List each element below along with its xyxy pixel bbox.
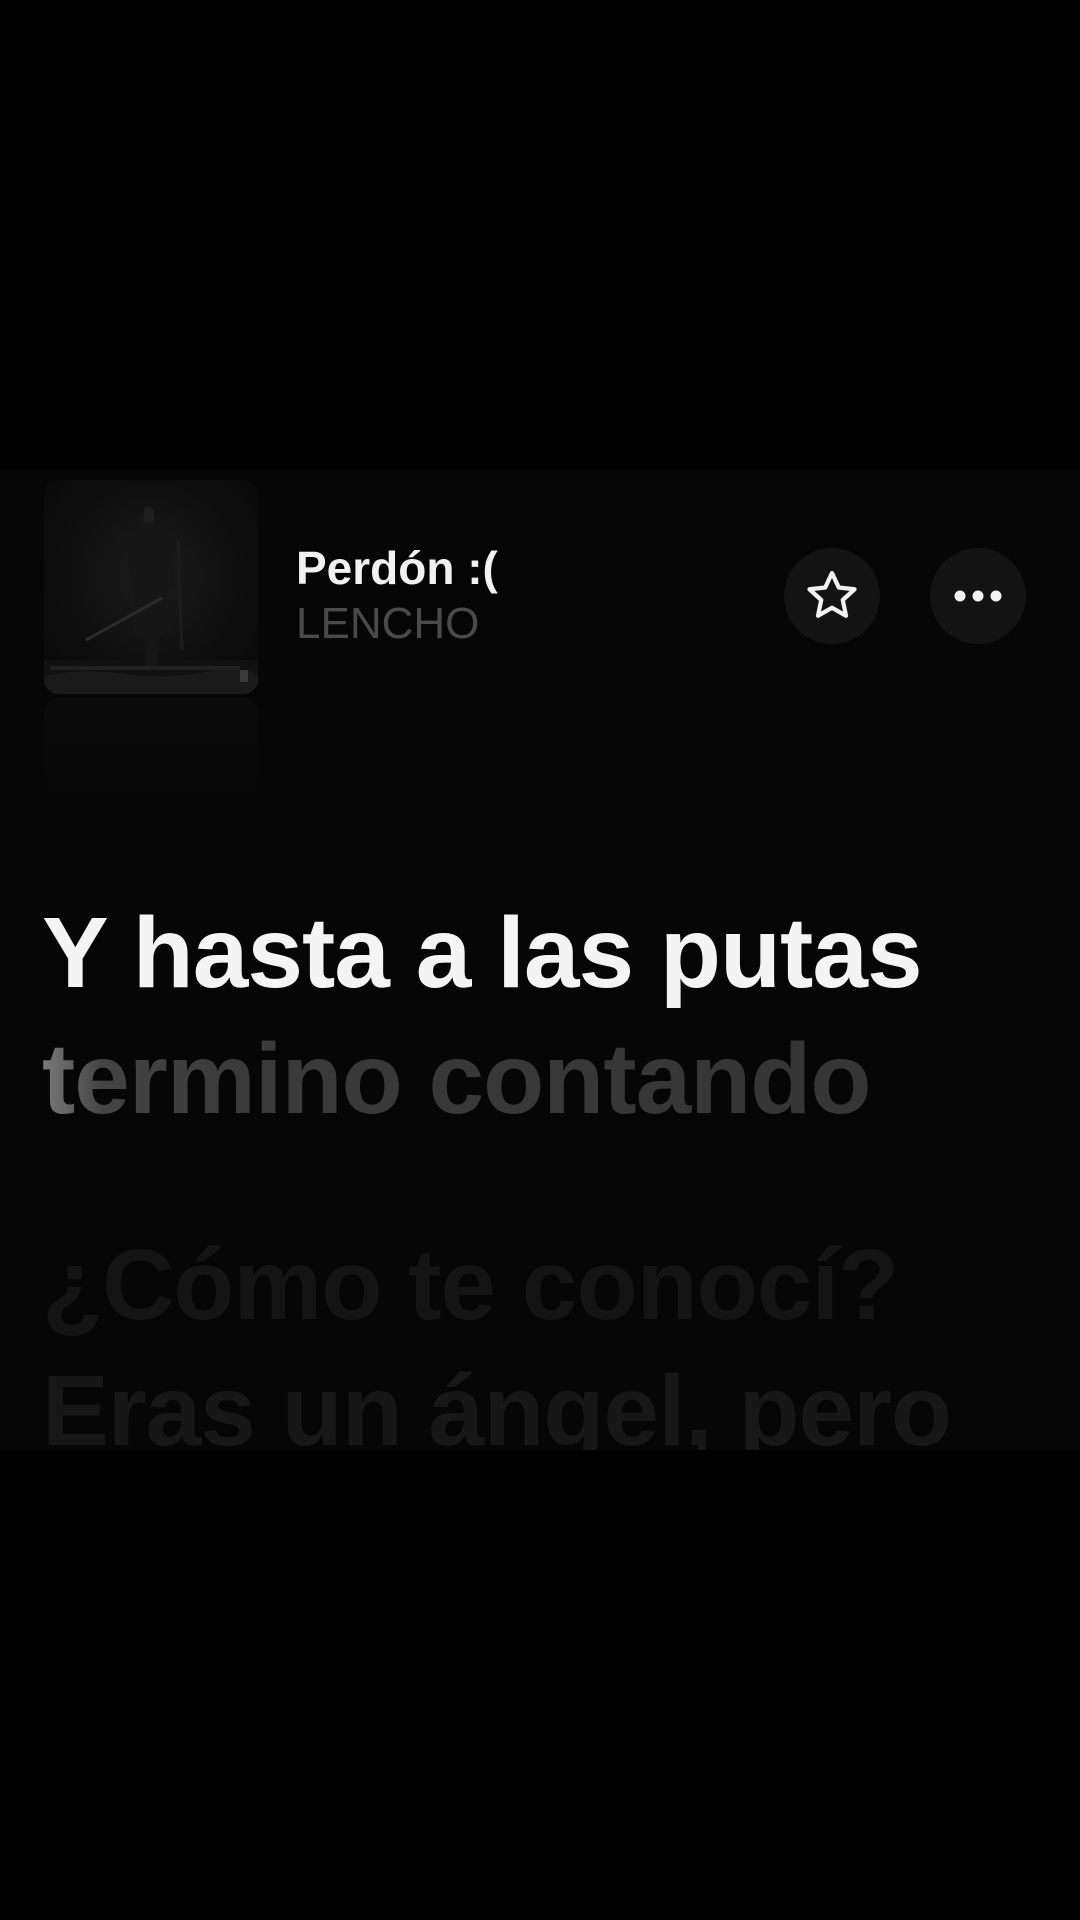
lyric-gap (42, 1142, 1052, 1222)
track-title: Perdón :( (296, 542, 498, 594)
lyric-line-upcoming[interactable]: Eras un ángel, pero (42, 1348, 1052, 1450)
favorite-button[interactable] (784, 548, 880, 644)
album-artwork[interactable] (44, 480, 258, 694)
more-options-button[interactable] (930, 548, 1026, 644)
track-info[interactable]: Perdón :( LENCHO (296, 540, 498, 652)
ellipsis-icon (954, 590, 1002, 602)
lyrics-player: Perdón :( LENCHO Y hasta a las putas ter… (0, 470, 1080, 1450)
track-artist: LENCHO (296, 599, 480, 648)
star-outline-icon (807, 570, 857, 618)
lyrics-view[interactable]: Y hasta a las putas termino contando ¿Có… (42, 890, 1052, 1450)
artwork-reflection (44, 698, 258, 808)
screen: Perdón :( LENCHO Y hasta a las putas ter… (0, 0, 1080, 1920)
lyric-line-upcoming[interactable]: ¿Cómo te conocí? (42, 1222, 1052, 1348)
lyric-line-next[interactable]: termino contando (42, 1016, 1052, 1142)
artwork-illustration (44, 506, 258, 694)
lyric-line-active[interactable]: Y hasta a las putas (42, 890, 1052, 1016)
